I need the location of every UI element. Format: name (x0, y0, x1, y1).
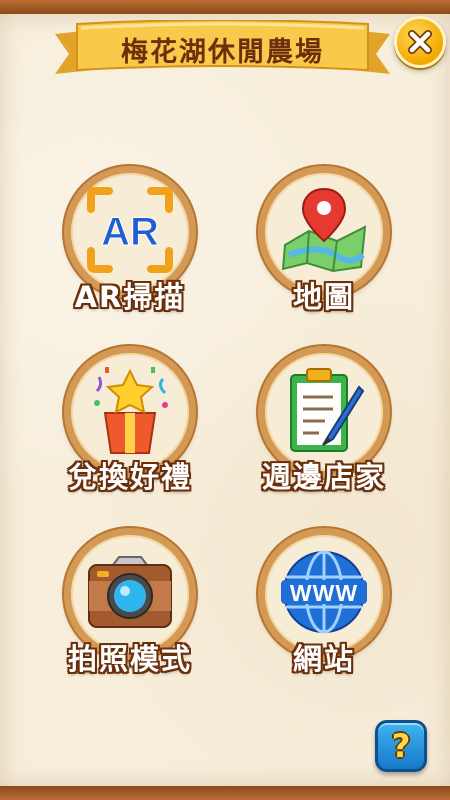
menu-item-label: 拍照模式 (67, 642, 192, 676)
menu-item-map[interactable]: 地圖 (254, 166, 394, 326)
top-wood-frame (0, 0, 450, 14)
menu-item-photo-mode[interactable]: 拍照模式 (60, 528, 200, 688)
gift-box-icon (94, 367, 168, 454)
map-pin-icon (281, 187, 367, 273)
bottom-wood-frame (0, 786, 450, 800)
menu-item-nearby-shops[interactable]: 週邊店家 (254, 346, 394, 506)
menu-item-label: AR掃描 (74, 280, 186, 314)
menu-item-ar-scan[interactable]: AR AR掃描 (60, 166, 200, 326)
close-icon (408, 30, 432, 54)
globe-www-icon: WWW (281, 550, 367, 634)
menu-item-label: 網站 (292, 642, 355, 676)
menu-item-label: 週邊店家 (261, 460, 386, 494)
svg-text:AR: AR (101, 210, 159, 254)
help-icon: ? (391, 727, 411, 765)
camera-icon (88, 556, 172, 628)
ar-scan-icon: AR (87, 187, 173, 273)
title-ribbon: 梅花湖休閒農場 (55, 20, 390, 78)
menu-item-label: 地圖 (292, 280, 355, 314)
page-title: 梅花湖休閒農場 (121, 37, 324, 68)
menu-item-redeem-gifts[interactable]: 兌換好禮 (60, 346, 200, 506)
help-button[interactable]: ? (375, 720, 427, 772)
menu-item-label: 兌換好禮 (67, 460, 192, 494)
clipboard-icon (290, 368, 365, 452)
svg-text:WWW: WWW (290, 580, 358, 606)
close-button[interactable] (394, 16, 446, 68)
menu-item-website[interactable]: WWW 網站 (254, 528, 394, 688)
